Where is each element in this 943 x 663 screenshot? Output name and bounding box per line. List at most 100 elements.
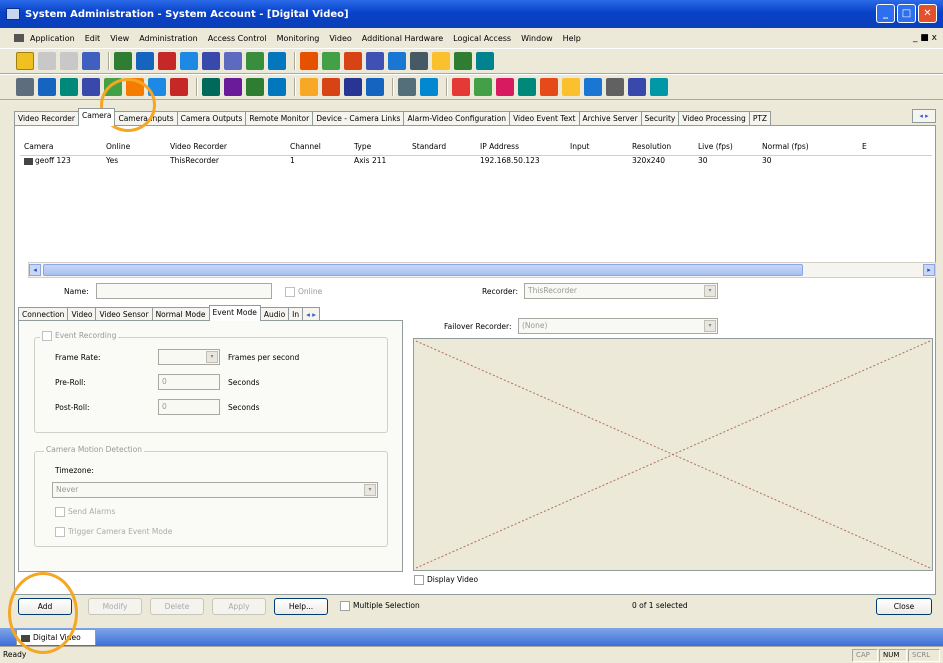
tab-archive-server[interactable]: Archive Server — [578, 111, 642, 126]
col-type[interactable]: Type — [350, 142, 408, 155]
intercom-icon[interactable] — [246, 78, 264, 96]
tab-ptz[interactable]: PTZ — [748, 111, 772, 126]
menu-administration[interactable]: Administration — [139, 34, 198, 43]
event-icon[interactable] — [344, 52, 362, 70]
multiple-selection-check-box[interactable] — [340, 601, 350, 611]
alarm-icon[interactable] — [158, 52, 176, 70]
access-icon[interactable] — [246, 52, 264, 70]
online-check-box[interactable] — [285, 287, 295, 297]
panel-icon[interactable] — [38, 78, 56, 96]
event-recording-check-box[interactable] — [42, 331, 52, 341]
trigger-check-box[interactable] — [55, 527, 65, 537]
send-alarms-check-box[interactable] — [55, 507, 65, 517]
help-button[interactable]: Help... — [274, 598, 328, 615]
reader-icon[interactable] — [60, 78, 78, 96]
col-video-recorder[interactable]: Video Recorder — [166, 142, 286, 155]
subtab-scroll-arrows[interactable]: ◂ ▸ — [302, 307, 321, 321]
mdi-window-controls[interactable]: _ ■ x — [913, 33, 937, 43]
home-icon[interactable] — [16, 52, 34, 70]
dvr-icon[interactable] — [398, 78, 416, 96]
video-icon[interactable] — [300, 52, 318, 70]
record-icon[interactable] — [540, 78, 558, 96]
cardholder-icon[interactable] — [114, 52, 132, 70]
storage-icon[interactable] — [148, 78, 166, 96]
clock-icon[interactable] — [562, 78, 580, 96]
back-icon[interactable] — [38, 52, 56, 70]
tab-alarm-video-configuration[interactable]: Alarm-Video Configuration — [403, 111, 511, 126]
warning-icon[interactable] — [452, 78, 470, 96]
tab-camera-inputs[interactable]: Camera Inputs — [114, 111, 178, 126]
tab-in[interactable]: In — [288, 307, 304, 321]
fire-icon[interactable] — [224, 78, 242, 96]
scroll-thumb[interactable] — [43, 264, 803, 276]
tab-video-sensor[interactable]: Video Sensor — [95, 307, 153, 321]
send-alarms-checkbox[interactable]: Send Alarms — [55, 507, 115, 517]
col-standard[interactable]: Standard — [408, 142, 476, 155]
tab-video-event-text[interactable]: Video Event Text — [509, 111, 580, 126]
scroll-left-button[interactable]: ◂ — [29, 264, 41, 276]
settings-icon[interactable] — [606, 78, 624, 96]
scroll-right-button[interactable]: ▸ — [923, 264, 935, 276]
horizontal-scrollbar[interactable]: ◂ ▸ — [28, 262, 936, 278]
network-icon[interactable] — [476, 52, 494, 70]
print-icon[interactable] — [268, 52, 286, 70]
input-icon[interactable] — [104, 78, 122, 96]
chevron-down-icon[interactable]: ▾ — [704, 320, 716, 332]
menu-access-control[interactable]: Access Control — [208, 34, 267, 43]
display-video-checkbox[interactable]: Display Video — [414, 575, 478, 585]
map-icon[interactable] — [344, 78, 362, 96]
tree-icon[interactable] — [454, 52, 472, 70]
col-online[interactable]: Online — [102, 142, 166, 155]
col-ip-address[interactable]: IP Address — [476, 142, 566, 155]
close-button[interactable]: Close — [876, 598, 932, 615]
trigger-event-mode-checkbox[interactable]: Trigger Camera Event Mode — [55, 527, 172, 537]
tab-normal-mode[interactable]: Normal Mode — [151, 307, 210, 321]
col-e[interactable]: E — [858, 142, 878, 155]
database-icon[interactable] — [366, 52, 384, 70]
tab-video-processing[interactable]: Video Processing — [678, 111, 750, 126]
post-roll-field[interactable]: 0 — [158, 399, 220, 415]
minimize-button[interactable]: _ — [876, 4, 895, 23]
delete-button[interactable]: Delete — [150, 598, 204, 615]
menu-additional-hardware[interactable]: Additional Hardware — [362, 34, 443, 43]
workflow-icon[interactable] — [650, 78, 668, 96]
failover-recorder-select[interactable]: (None) ▾ — [518, 318, 718, 334]
online-checkbox[interactable]: Online — [285, 287, 322, 297]
timezone-select[interactable]: Never ▾ — [52, 482, 378, 498]
tab-connection[interactable]: Connection — [18, 307, 69, 321]
menu-logical-access[interactable]: Logical Access — [453, 34, 511, 43]
chevron-down-icon[interactable]: ▾ — [364, 484, 376, 496]
col-channel[interactable]: Channel — [286, 142, 350, 155]
multiple-selection-checkbox[interactable]: Multiple Selection — [340, 601, 420, 611]
area-icon[interactable] — [300, 78, 318, 96]
table-row[interactable]: geoff 123 Yes ThisRecorder 1 Axis 211 19… — [20, 156, 932, 168]
intrusion-icon[interactable] — [170, 78, 188, 96]
system-icon[interactable] — [16, 78, 34, 96]
light-icon[interactable] — [432, 52, 450, 70]
group-icon[interactable] — [322, 78, 340, 96]
tab-camera[interactable]: Camera — [78, 108, 116, 126]
menu-window[interactable]: Window — [521, 34, 553, 43]
add-button[interactable]: Add — [18, 598, 72, 615]
recorder-select[interactable]: ThisRecorder ▾ — [524, 283, 718, 299]
col-input[interactable]: Input — [566, 142, 628, 155]
apply-button[interactable]: Apply — [212, 598, 266, 615]
document-menu-icon[interactable] — [14, 34, 24, 42]
personal-safety-icon[interactable] — [268, 78, 286, 96]
col-camera[interactable]: Camera — [20, 142, 102, 155]
tab-device-camera-links[interactable]: Device - Camera Links — [312, 111, 405, 126]
col-live-fps[interactable]: Live (fps) — [694, 142, 758, 155]
pre-roll-field[interactable]: 0 — [158, 374, 220, 390]
recorder-icon[interactable] — [82, 78, 100, 96]
tab-audio[interactable]: Audio — [259, 307, 290, 321]
help-icon[interactable] — [82, 52, 100, 70]
menu-help[interactable]: Help — [563, 34, 581, 43]
report-icon[interactable] — [202, 52, 220, 70]
chevron-down-icon[interactable]: ▾ — [206, 351, 218, 363]
elevator-icon[interactable] — [202, 78, 220, 96]
tab-scroll-arrows[interactable]: ◂ ▸ — [912, 109, 936, 123]
name-field[interactable] — [96, 283, 272, 299]
maximize-button[interactable]: □ — [897, 4, 916, 23]
users-icon[interactable] — [224, 52, 242, 70]
menu-video[interactable]: Video — [329, 34, 351, 43]
